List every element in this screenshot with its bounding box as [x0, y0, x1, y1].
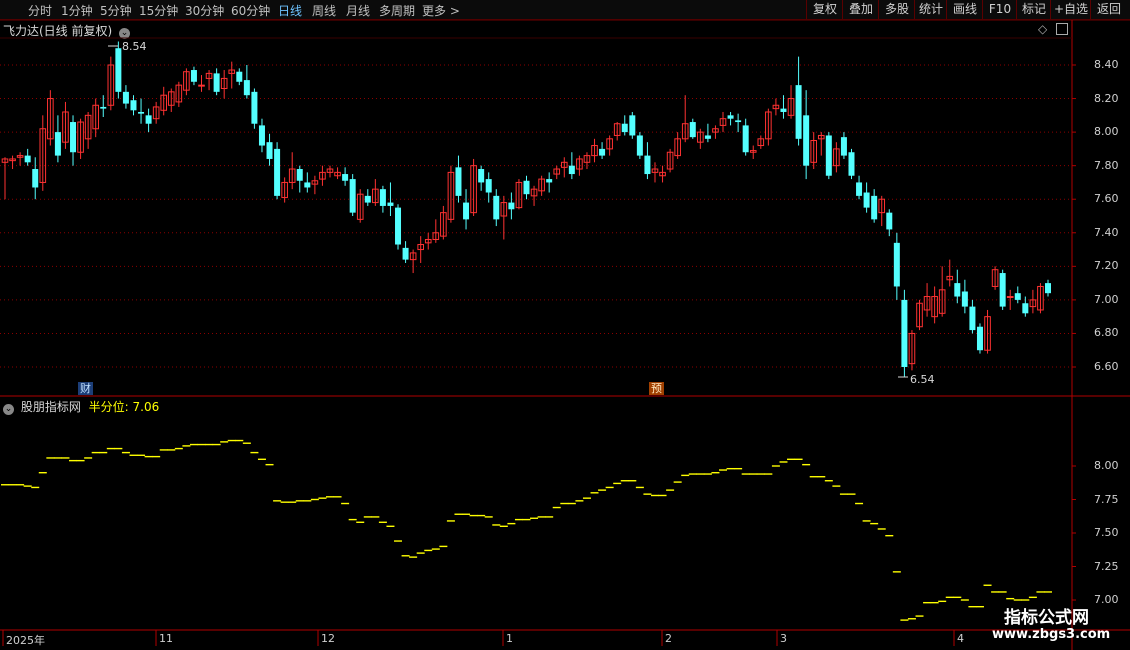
candle-body [342, 174, 349, 181]
price-tick-8: 6.80 [1094, 326, 1119, 340]
candle-body [236, 71, 243, 82]
candle-body [70, 122, 77, 153]
candle-body [954, 283, 961, 297]
candle-body [243, 80, 250, 96]
price-tick-6: 7.20 [1094, 259, 1119, 273]
candle-body [54, 132, 61, 156]
candle-body [251, 91, 258, 124]
date-label-4: 2 [665, 632, 672, 645]
date-label-2: 12 [321, 632, 335, 645]
candle-body [304, 182, 311, 188]
candle-body [735, 120, 742, 123]
candle-body [402, 247, 409, 260]
candle-body [689, 122, 696, 138]
candle-body [599, 148, 606, 156]
watermark-url: www.zbgs3.com [992, 627, 1111, 642]
candle-body [508, 202, 515, 210]
candle-body [463, 202, 470, 220]
candle-body [621, 123, 628, 133]
candle-body [893, 242, 900, 287]
candle-body [100, 106, 107, 109]
indicator-tick-2: 7.50 [1094, 526, 1119, 539]
price-tick-2: 8.00 [1094, 125, 1119, 139]
candle-body [1014, 293, 1021, 300]
price-tick-1: 8.20 [1094, 91, 1119, 105]
candle-body [803, 115, 810, 166]
event-marker-forecast[interactable]: 预 [649, 382, 664, 395]
high-price-label: 8.54 [122, 40, 147, 53]
candle-body [213, 73, 220, 92]
event-marker-finance[interactable]: 财 [78, 382, 93, 395]
indicator-tick-3: 7.25 [1094, 559, 1119, 573]
chart-canvas[interactable] [0, 0, 1130, 650]
candle-body [969, 306, 976, 331]
candle-body [840, 137, 847, 156]
candle-body [795, 85, 802, 139]
price-tick-3: 7.80 [1094, 158, 1119, 172]
candle-body [198, 84, 205, 87]
candle-body [636, 135, 643, 156]
date-label-1: 11 [159, 632, 173, 645]
candle-body [825, 135, 832, 176]
candle-body [704, 135, 711, 139]
price-tick-9: 6.60 [1094, 360, 1119, 373]
candle-body [644, 155, 651, 175]
candle-body [379, 189, 386, 206]
indicator-tick-4: 7.00 [1094, 593, 1119, 606]
date-label-3: 1 [506, 632, 513, 645]
candle-body [478, 169, 485, 183]
candle-body [395, 207, 402, 245]
date-label-6: 4 [957, 632, 964, 645]
candle-body [742, 125, 749, 153]
candle-body [546, 179, 553, 183]
candle-body [523, 180, 530, 195]
date-label-5: 3 [780, 632, 787, 645]
candle-body [1045, 283, 1051, 294]
low-price-label: 6.54 [910, 373, 935, 386]
candle-body [266, 142, 273, 159]
candle-body [848, 152, 855, 176]
candle-body [145, 115, 152, 124]
candle-body [1006, 296, 1014, 299]
candle-body [138, 111, 145, 114]
candle-body [122, 91, 129, 104]
price-tick-5: 7.40 [1094, 225, 1119, 239]
candle-body [258, 125, 265, 146]
candle-body [455, 167, 462, 196]
candle-body [976, 326, 983, 351]
candle-body [999, 273, 1006, 307]
candle-body [780, 108, 787, 112]
price-tick-7: 7.00 [1094, 292, 1119, 306]
candle-body [1022, 303, 1029, 314]
candle-body [387, 202, 394, 206]
watermark-title: 指标公式网 [1004, 608, 1089, 628]
price-tick-4: 7.60 [1094, 192, 1119, 206]
candle-body [296, 169, 303, 181]
candle-body [493, 195, 500, 220]
candle-body [190, 70, 197, 82]
candle-body [24, 155, 31, 163]
candle-body [32, 169, 39, 188]
candle-body [961, 291, 968, 307]
candle-body [629, 115, 636, 136]
candle-body [886, 212, 893, 230]
price-tick-0: 8.40 [1094, 58, 1119, 71]
candle-body [901, 299, 908, 367]
indicator-tick-0: 8.00 [1094, 459, 1119, 472]
candle-body [863, 192, 870, 208]
candle-body [274, 148, 281, 196]
candle-body [856, 182, 863, 196]
candle-body [485, 179, 492, 193]
candle-body [871, 195, 878, 220]
candle-body [130, 100, 137, 111]
candle-body [115, 48, 122, 92]
date-label-0: 2025年 [6, 634, 45, 647]
candle-body [364, 195, 371, 203]
indicator-tick-1: 7.75 [1094, 492, 1119, 506]
candle-body [349, 179, 356, 213]
candle-body [727, 115, 734, 119]
candle-body [568, 165, 575, 175]
